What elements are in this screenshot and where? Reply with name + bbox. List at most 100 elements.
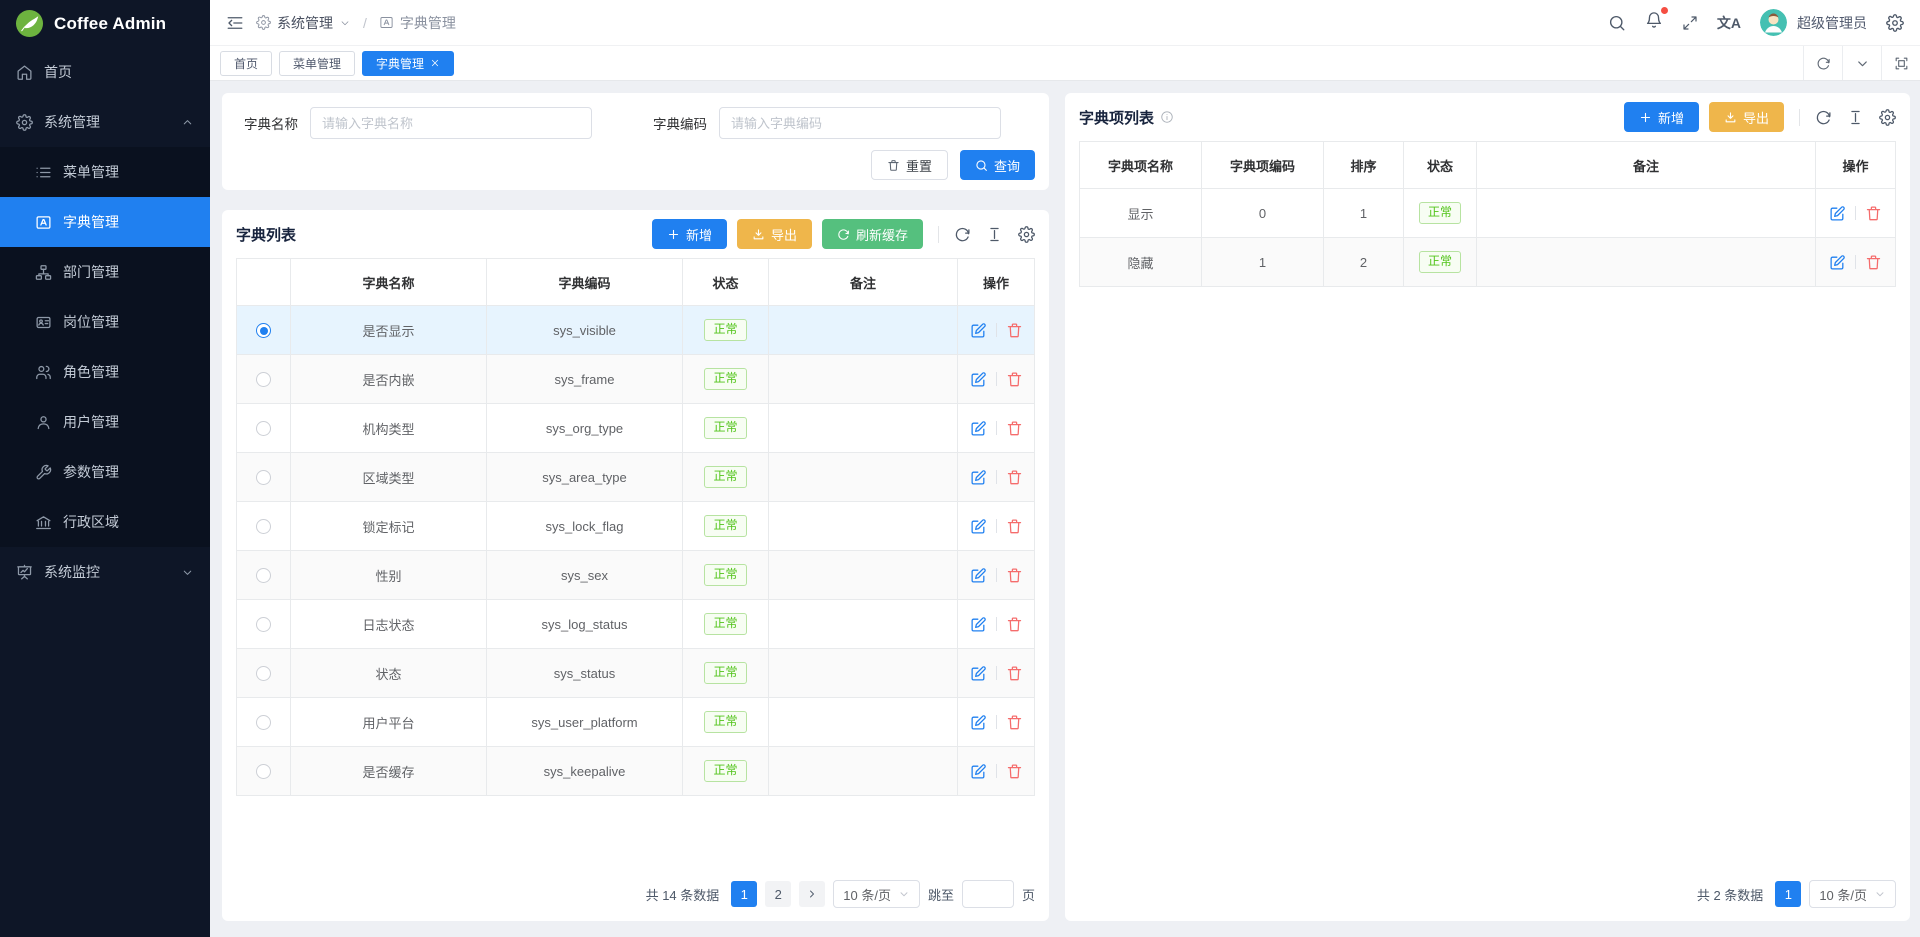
delete-trash-icon[interactable] (1006, 714, 1023, 731)
page-size-select[interactable]: 10 条/页 (833, 880, 920, 908)
delete-trash-icon[interactable] (1006, 567, 1023, 584)
sidebar-submenu-item[interactable]: 行政区域 (0, 497, 210, 547)
dict-table-row[interactable]: 日志状态 sys_log_status 正常 (237, 600, 1035, 649)
table-refresh-icon[interactable] (954, 226, 971, 243)
delete-trash-icon[interactable] (1006, 322, 1023, 339)
row-radio[interactable] (256, 470, 271, 485)
jump-page-input[interactable] (962, 880, 1014, 908)
item-table-row[interactable]: 隐藏 1 2 正常 (1080, 238, 1896, 287)
content-maximize-button[interactable] (1881, 46, 1920, 80)
edit-icon[interactable] (970, 371, 987, 388)
maximize-icon (1894, 56, 1909, 71)
query-button[interactable]: 查询 (960, 150, 1035, 180)
tab-more-dropdown[interactable] (1842, 46, 1881, 80)
row-radio[interactable] (256, 323, 271, 338)
delete-trash-icon[interactable] (1006, 420, 1023, 437)
row-radio[interactable] (256, 666, 271, 681)
dict-table-row[interactable]: 区域类型 sys_area_type 正常 (237, 453, 1035, 502)
item-export-button[interactable]: 导出 (1709, 102, 1784, 132)
row-height-icon[interactable] (986, 226, 1003, 243)
sidebar-item-home[interactable]: 首页 (0, 47, 210, 97)
sidebar-submenu-item[interactable]: 菜单管理 (0, 147, 210, 197)
sidebar-submenu-item[interactable]: 参数管理 (0, 447, 210, 497)
submenu-item-icon (35, 364, 52, 381)
avatar[interactable] (1760, 9, 1787, 36)
delete-trash-icon[interactable] (1006, 763, 1023, 780)
row-radio[interactable] (256, 519, 271, 534)
edit-icon[interactable] (970, 469, 987, 486)
column-settings-gear-icon[interactable] (1879, 109, 1896, 126)
edit-icon[interactable] (970, 763, 987, 780)
sidebar-item-system-monitor[interactable]: 系统监控 (0, 547, 210, 597)
delete-trash-icon[interactable] (1006, 469, 1023, 486)
add-button[interactable]: 新增 (652, 219, 727, 249)
edit-icon[interactable] (970, 518, 987, 535)
dict-table-row[interactable]: 是否内嵌 sys_frame 正常 (237, 355, 1035, 404)
sidebar-item-label: 首页 (44, 62, 72, 82)
delete-trash-icon[interactable] (1006, 371, 1023, 388)
tab-home[interactable]: 首页 (220, 51, 272, 76)
settings-gear-icon[interactable] (1886, 14, 1904, 32)
notification-bell[interactable] (1645, 11, 1663, 34)
table-refresh-icon[interactable] (1815, 109, 1832, 126)
edit-icon[interactable] (1829, 205, 1846, 222)
page-button-1[interactable]: 1 (731, 881, 757, 907)
page-size-select[interactable]: 10 条/页 (1809, 880, 1896, 908)
dict-code-input[interactable] (719, 107, 1001, 139)
dict-table-row[interactable]: 是否显示 sys_visible 正常 (237, 306, 1035, 355)
edit-icon[interactable] (970, 665, 987, 682)
row-height-icon[interactable] (1847, 109, 1864, 126)
dict-table-row[interactable]: 状态 sys_status 正常 (237, 649, 1035, 698)
dict-table-row[interactable]: 性别 sys_sex 正常 (237, 551, 1035, 600)
delete-trash-icon[interactable] (1006, 518, 1023, 535)
row-radio[interactable] (256, 715, 271, 730)
language-switch-icon[interactable]: 文A (1717, 13, 1741, 33)
fullscreen-icon[interactable] (1682, 15, 1698, 31)
dict-column: 字典名称 字典编码 重置 查询 (222, 93, 1049, 921)
export-button[interactable]: 导出 (737, 219, 812, 249)
delete-trash-icon[interactable] (1006, 665, 1023, 682)
edit-icon[interactable] (970, 616, 987, 633)
page-button-1[interactable]: 1 (1775, 881, 1801, 907)
edit-icon[interactable] (970, 420, 987, 437)
row-radio[interactable] (256, 372, 271, 387)
sidebar-submenu-item[interactable]: 角色管理 (0, 347, 210, 397)
close-icon[interactable] (430, 58, 440, 68)
reset-button[interactable]: 重置 (871, 150, 948, 180)
dict-name-input[interactable] (310, 107, 592, 139)
edit-icon[interactable] (970, 322, 987, 339)
delete-trash-icon[interactable] (1865, 254, 1882, 271)
page-button-2[interactable]: 2 (765, 881, 791, 907)
dict-table-row[interactable]: 是否缓存 sys_keepalive 正常 (237, 747, 1035, 796)
user-name[interactable]: 超级管理员 (1797, 13, 1867, 33)
tab-refresh-button[interactable] (1803, 46, 1842, 80)
sidebar-submenu-item[interactable]: 部门管理 (0, 247, 210, 297)
edit-icon[interactable] (970, 567, 987, 584)
tab-dict-management[interactable]: 字典管理 (362, 51, 454, 76)
sidebar-submenu-item[interactable]: 岗位管理 (0, 297, 210, 347)
item-table-row[interactable]: 显示 0 1 正常 (1080, 189, 1896, 238)
column-settings-gear-icon[interactable] (1018, 226, 1035, 243)
dict-table-row[interactable]: 用户平台 sys_user_platform 正常 (237, 698, 1035, 747)
row-radio[interactable] (256, 764, 271, 779)
breadcrumb-level1[interactable]: 系统管理 (277, 13, 333, 33)
sidebar-item-system-management[interactable]: 系统管理 (0, 97, 210, 147)
item-add-button[interactable]: 新增 (1624, 102, 1699, 132)
search-icon[interactable] (1608, 14, 1626, 32)
sidebar-collapse-icon[interactable] (226, 14, 244, 32)
sidebar-submenu-item[interactable]: 用户管理 (0, 397, 210, 447)
edit-icon[interactable] (970, 714, 987, 731)
row-radio[interactable] (256, 568, 271, 583)
row-radio[interactable] (256, 617, 271, 632)
refresh-cache-button[interactable]: 刷新缓存 (822, 219, 923, 249)
dict-table-row[interactable]: 锁定标记 sys_lock_flag 正常 (237, 502, 1035, 551)
tab-menu-management[interactable]: 菜单管理 (279, 51, 355, 76)
dict-table-row[interactable]: 机构类型 sys_org_type 正常 (237, 404, 1035, 453)
row-radio[interactable] (256, 421, 271, 436)
delete-trash-icon[interactable] (1006, 616, 1023, 633)
delete-trash-icon[interactable] (1865, 205, 1882, 222)
sidebar-submenu-item[interactable]: 字典管理 (0, 197, 210, 247)
sidebar-item-label: 部门管理 (63, 262, 119, 282)
next-page-button[interactable] (799, 881, 825, 907)
edit-icon[interactable] (1829, 254, 1846, 271)
